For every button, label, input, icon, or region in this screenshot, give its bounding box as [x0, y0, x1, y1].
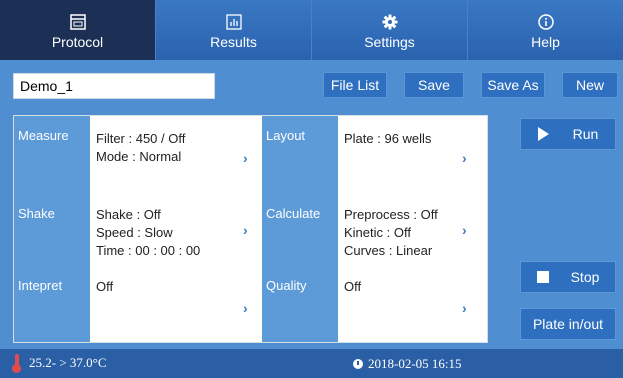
- calculate-curves: Curves : Linear: [344, 243, 433, 258]
- tab-settings[interactable]: Settings: [312, 0, 468, 60]
- shake-time: Time : 00 : 00 : 00: [96, 243, 201, 258]
- protocol-settings-panel: Measure Filter : 450 / Off Mode : Normal…: [13, 115, 488, 343]
- quality-value: Off: [344, 279, 362, 294]
- run-button-label: Run: [572, 126, 599, 142]
- temperature-status: 25.2- > 37.0°C: [12, 354, 107, 373]
- tab-protocol-label: Protocol: [51, 33, 104, 50]
- datetime-readout: 2018-02-05 16:15: [368, 356, 462, 371]
- play-icon: [537, 127, 549, 141]
- shake-chevron-icon[interactable]: ›: [243, 222, 248, 238]
- gear-icon: [382, 11, 398, 33]
- quality-chevron-icon[interactable]: ›: [462, 300, 467, 316]
- shake-speed: Speed : Slow: [96, 225, 173, 240]
- run-button[interactable]: Run: [520, 118, 616, 150]
- calculate-label: Calculate: [262, 194, 338, 266]
- plate-in-out-button[interactable]: Plate in/out: [520, 308, 616, 340]
- screen-icon: [69, 11, 86, 33]
- calculate-chevron-icon[interactable]: ›: [462, 222, 467, 238]
- stop-button-label: Stop: [570, 269, 600, 285]
- status-bar: 25.2- > 37.0°C 2018-02-05 16:15: [0, 349, 623, 378]
- tab-protocol[interactable]: Protocol: [0, 0, 156, 60]
- measure-mode: Mode : Normal: [96, 149, 182, 164]
- measure-chevron-icon[interactable]: ›: [243, 150, 248, 166]
- quality-label: Quality: [262, 266, 338, 342]
- tab-results-label: Results: [210, 33, 257, 50]
- layout-plate: Plate : 96 wells: [344, 131, 432, 146]
- shake-section[interactable]: Shake : Off Speed : Slow Time : 00 : 00 …: [90, 194, 262, 266]
- tab-settings-label: Settings: [364, 33, 415, 50]
- tab-help-label: Help: [531, 33, 560, 50]
- clock-icon: [353, 359, 363, 369]
- intepret-section[interactable]: Off: [90, 266, 262, 342]
- stop-button[interactable]: Stop: [520, 261, 616, 293]
- save-as-button[interactable]: Save As: [481, 72, 545, 98]
- file-list-button[interactable]: File List: [323, 72, 387, 98]
- protocol-toolbar: File List Save Save As New: [0, 60, 623, 110]
- intepret-value: Off: [96, 279, 114, 294]
- intepret-chevron-icon[interactable]: ›: [243, 300, 248, 316]
- thermometer-icon: [12, 354, 21, 373]
- layout-chevron-icon[interactable]: ›: [462, 150, 467, 166]
- shake-state: Shake : Off: [96, 207, 161, 222]
- new-button[interactable]: New: [562, 72, 618, 98]
- datetime-status: 2018-02-05 16:15: [353, 356, 462, 372]
- bar-chart-icon: [225, 11, 242, 33]
- stop-icon: [536, 271, 549, 283]
- measure-label: Measure: [14, 116, 90, 194]
- info-icon: [537, 11, 554, 33]
- measure-section[interactable]: Filter : 450 / Off Mode : Normal: [90, 116, 262, 194]
- protocol-name-input[interactable]: [13, 73, 215, 99]
- temperature-readout: 25.2- > 37.0°C: [29, 355, 107, 370]
- tab-help[interactable]: Help: [468, 0, 623, 60]
- measure-filter: Filter : 450 / Off: [96, 131, 186, 146]
- save-button[interactable]: Save: [404, 72, 464, 98]
- tab-results[interactable]: Results: [156, 0, 312, 60]
- intepret-label: Intepret: [14, 266, 90, 342]
- top-navigation: Protocol Results Settings Help: [0, 0, 623, 60]
- shake-label: Shake: [14, 194, 90, 266]
- layout-label: Layout: [262, 116, 338, 194]
